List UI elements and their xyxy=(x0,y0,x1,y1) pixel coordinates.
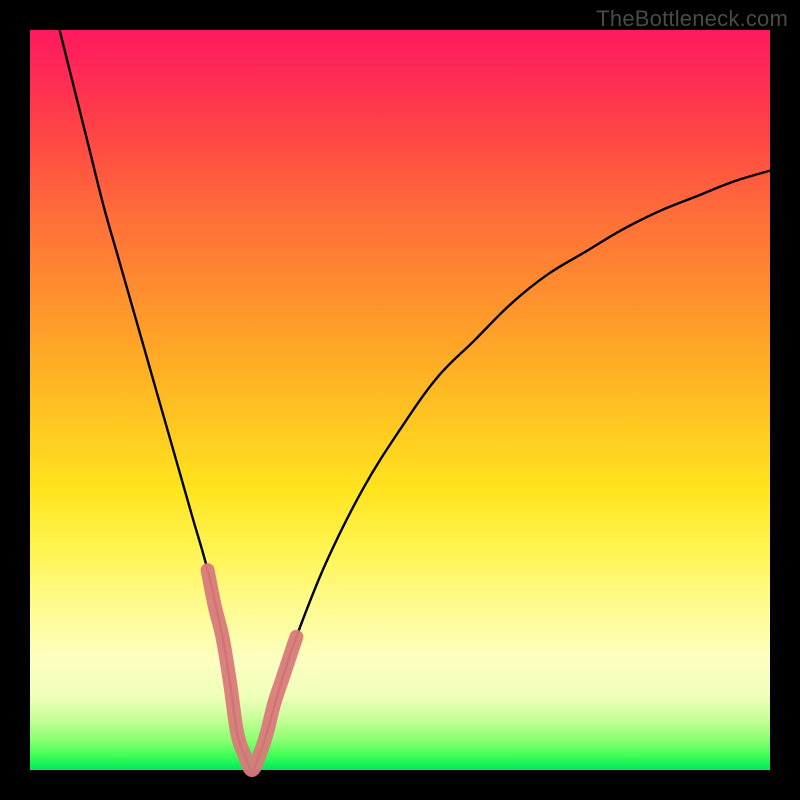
watermark-text: TheBottleneck.com xyxy=(596,6,788,32)
bottleneck-curve xyxy=(60,30,770,770)
chart-frame: TheBottleneck.com xyxy=(0,0,800,800)
highlight-band xyxy=(208,570,297,770)
curve-svg xyxy=(30,30,770,770)
plot-area xyxy=(30,30,770,770)
